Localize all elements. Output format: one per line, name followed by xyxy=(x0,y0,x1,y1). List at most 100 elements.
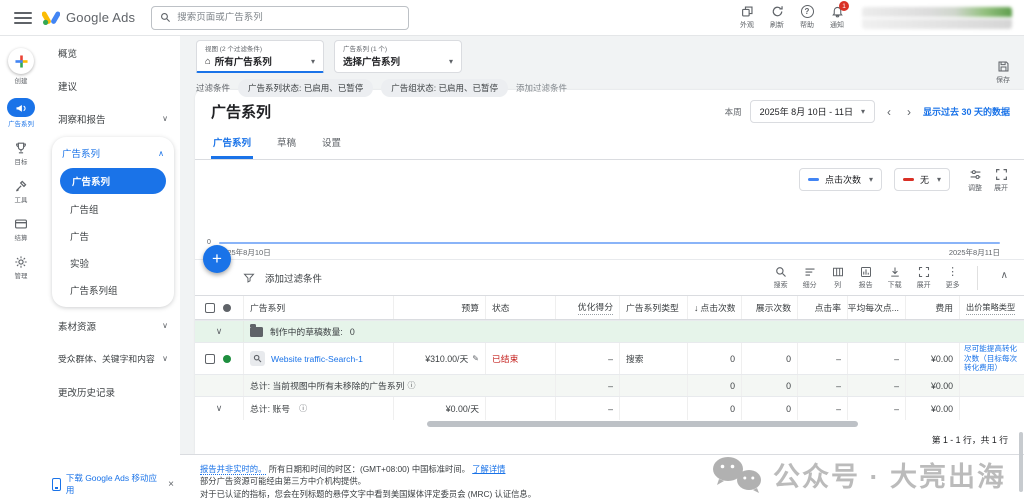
create-button[interactable] xyxy=(8,48,34,74)
product-name: Google Ads xyxy=(66,10,136,25)
segment-icon xyxy=(805,267,815,276)
chevron-up-icon: ∧ xyxy=(158,148,164,158)
account-info-blurred[interactable] xyxy=(862,6,1012,29)
sidebar-item-insights[interactable]: 洞察和报告 ∨ xyxy=(42,102,180,135)
notifications-button[interactable]: 1 通知 xyxy=(830,1,849,30)
col-opt-score[interactable]: 优化得分 xyxy=(577,300,613,315)
filter-chip-adgroup-status[interactable]: 广告组状态: 已启用、已暂停 xyxy=(381,79,508,97)
rail-item-create[interactable]: 创建 xyxy=(0,42,42,92)
metric2-selector[interactable]: 无 ▾ xyxy=(893,168,950,191)
row-checkbox[interactable] xyxy=(205,353,215,364)
rail-item-campaigns[interactable]: 广告系列 xyxy=(0,92,42,135)
col-impressions[interactable]: 展示次数 xyxy=(756,301,791,314)
col-bid-strategy[interactable]: 出价策略类型 xyxy=(966,301,1016,315)
metric1-selector[interactable]: 点击次数 ▾ xyxy=(798,168,882,191)
gear-icon xyxy=(15,256,27,268)
search-input[interactable] xyxy=(177,12,401,23)
status-dot-enabled[interactable] xyxy=(223,354,231,363)
sidebar-item-ad-groups[interactable]: 广告组 xyxy=(52,195,174,222)
campaigns-pill xyxy=(7,98,35,117)
help-button[interactable]: ? 帮助 xyxy=(800,5,814,30)
next-period-button[interactable]: › xyxy=(903,105,915,119)
sidebar-item-recommendations[interactable]: 建议 xyxy=(42,69,180,102)
menu-icon[interactable] xyxy=(14,11,32,24)
col-cost[interactable]: 费用 xyxy=(935,301,953,314)
col-avg-cpc[interactable]: 平均每次点... xyxy=(848,301,899,314)
dropdown-arrow-icon: ▾ xyxy=(860,107,865,116)
help-icon: ? xyxy=(800,5,814,18)
tab-drafts[interactable]: 草稿 xyxy=(275,133,298,159)
collapse-table-button[interactable]: ∧ xyxy=(995,266,1014,285)
table-expand-button[interactable]: 展开 xyxy=(917,266,931,290)
date-controls: 本周 2025年 8月 10日 - 11日 ▾ ‹ › 显示过去 30 天的数据 xyxy=(725,100,1010,123)
drafts-count-value: 0 xyxy=(349,326,355,337)
global-search[interactable] xyxy=(151,5,410,30)
horizontal-scrollbar[interactable] xyxy=(195,420,1024,429)
sidebar-item-experiments[interactable]: 实验 xyxy=(52,249,174,276)
app-promo[interactable]: 下载 Google Ads 移动应用 × xyxy=(52,472,174,496)
show-last-30-days-link[interactable]: 显示过去 30 天的数据 xyxy=(923,105,1010,118)
table-segment-button[interactable]: 细分 xyxy=(803,266,817,290)
table-report-button[interactable]: 报告 xyxy=(859,266,873,290)
filter-conditions-label: 过滤条件 xyxy=(196,83,231,93)
refresh-button[interactable]: 刷新 xyxy=(770,5,784,30)
chart-controls: 点击次数 ▾ 无 ▾ 调整 展开 xyxy=(195,160,1024,195)
tab-settings[interactable]: 设置 xyxy=(320,133,343,159)
sidebar-item-campaigns[interactable]: 广告系列 xyxy=(60,168,166,194)
sidebar-item-ads[interactable]: 广告 xyxy=(52,222,174,249)
learn-more-link[interactable]: 了解详情 xyxy=(472,464,505,474)
col-type[interactable]: 广告系列类型 xyxy=(626,301,679,314)
add-filter-button[interactable]: 添加过滤条件 xyxy=(243,271,322,285)
expand-account-total-button[interactable]: ∨ xyxy=(195,397,243,420)
appearance-button[interactable]: 外观 xyxy=(740,5,754,30)
rail-item-billing[interactable]: 结算 xyxy=(0,211,42,249)
sidebar-item-campaign-groups[interactable]: 广告系列组 xyxy=(52,276,174,303)
rail-item-admin[interactable]: 管理 xyxy=(0,249,42,287)
filterbar: 视图 (2 个过滤条件) ⌂ 所有广告系列 ▾ 广告系列 (1 个) 选择广告系… xyxy=(180,36,1024,97)
prev-period-button[interactable]: ‹ xyxy=(883,105,895,119)
add-filter-chip[interactable]: 添加过滤条件 xyxy=(516,82,567,94)
chart-adjust-button[interactable]: 调整 xyxy=(968,168,982,193)
sidebar-item-assets[interactable]: 素材资源 ∨ xyxy=(42,309,180,342)
drafts-summary-row: ∨ 制作中的草稿数量: 0 xyxy=(195,320,1024,342)
vertical-scrollbar[interactable] xyxy=(1019,432,1023,492)
col-campaign[interactable]: 广告系列 xyxy=(250,301,285,314)
campaign-status: 已结束 xyxy=(492,354,519,364)
campaign-budget[interactable]: ¥310.00/天 xyxy=(425,352,468,365)
sidebar-item-overview[interactable]: 概览 xyxy=(42,36,180,69)
rail-item-tools[interactable]: 工具 xyxy=(0,173,42,211)
filter-chip-campaign-status[interactable]: 广告系列状态: 已启用、已暂停 xyxy=(238,79,374,97)
view-selector[interactable]: 视图 (2 个过滤条件) ⌂ 所有广告系列 ▾ xyxy=(196,40,324,73)
campaign-name-link[interactable]: Website traffic-Search-1 xyxy=(271,354,363,364)
table-columns-button[interactable]: 列 xyxy=(832,266,844,290)
col-budget[interactable]: 预算 xyxy=(461,301,479,314)
table-search-button[interactable]: 搜索 xyxy=(774,266,788,290)
close-icon[interactable]: × xyxy=(168,479,174,490)
col-status[interactable]: 状态 xyxy=(492,301,510,314)
table-download-button[interactable]: 下载 xyxy=(888,266,902,290)
col-ctr[interactable]: 点击率 xyxy=(815,301,841,314)
sort-desc-icon: ↓ xyxy=(694,302,699,313)
save-icon xyxy=(998,61,1008,72)
new-campaign-fab[interactable]: + xyxy=(203,245,231,273)
campaign-selector[interactable]: 广告系列 (1 个) 选择广告系列 ▾ xyxy=(334,40,462,73)
sidebar-item-change-history[interactable]: 更改历史记录 xyxy=(42,375,180,408)
scrollbar-thumb[interactable] xyxy=(427,421,859,427)
sidebar-item-audiences[interactable]: 受众群体、关键字和内容 ∨ xyxy=(42,342,180,375)
dropdown-arrow-icon: ▾ xyxy=(448,56,453,66)
y-axis-zero-tick: 0 xyxy=(207,239,211,246)
rail-item-goals[interactable]: 目标 xyxy=(0,135,42,173)
campaign-bid-strategy-link[interactable]: 尽可能提高转化次数（目标每次转化费用） xyxy=(960,342,1024,376)
table-more-button[interactable]: ⋮ 更多 xyxy=(946,266,960,290)
expand-drafts-button[interactable]: ∨ xyxy=(195,321,243,342)
tab-campaigns[interactable]: 广告系列 xyxy=(211,133,254,159)
chart-expand-button[interactable]: 展开 xyxy=(994,168,1008,193)
total-account-impressions: 0 xyxy=(786,403,791,414)
col-clicks[interactable]: 点击次数 xyxy=(700,301,735,314)
select-all-checkbox[interactable] xyxy=(205,302,215,313)
edit-icon[interactable]: ✎ xyxy=(472,354,479,363)
date-range-picker[interactable]: 2025年 8月 10日 - 11日 ▾ xyxy=(749,100,875,123)
not-realtime-link[interactable]: 报告并非实时的。 xyxy=(200,464,267,475)
save-button[interactable]: 保存 xyxy=(996,60,1010,85)
sidebar-item-campaigns-parent[interactable]: 广告系列 ∧ xyxy=(52,139,174,167)
